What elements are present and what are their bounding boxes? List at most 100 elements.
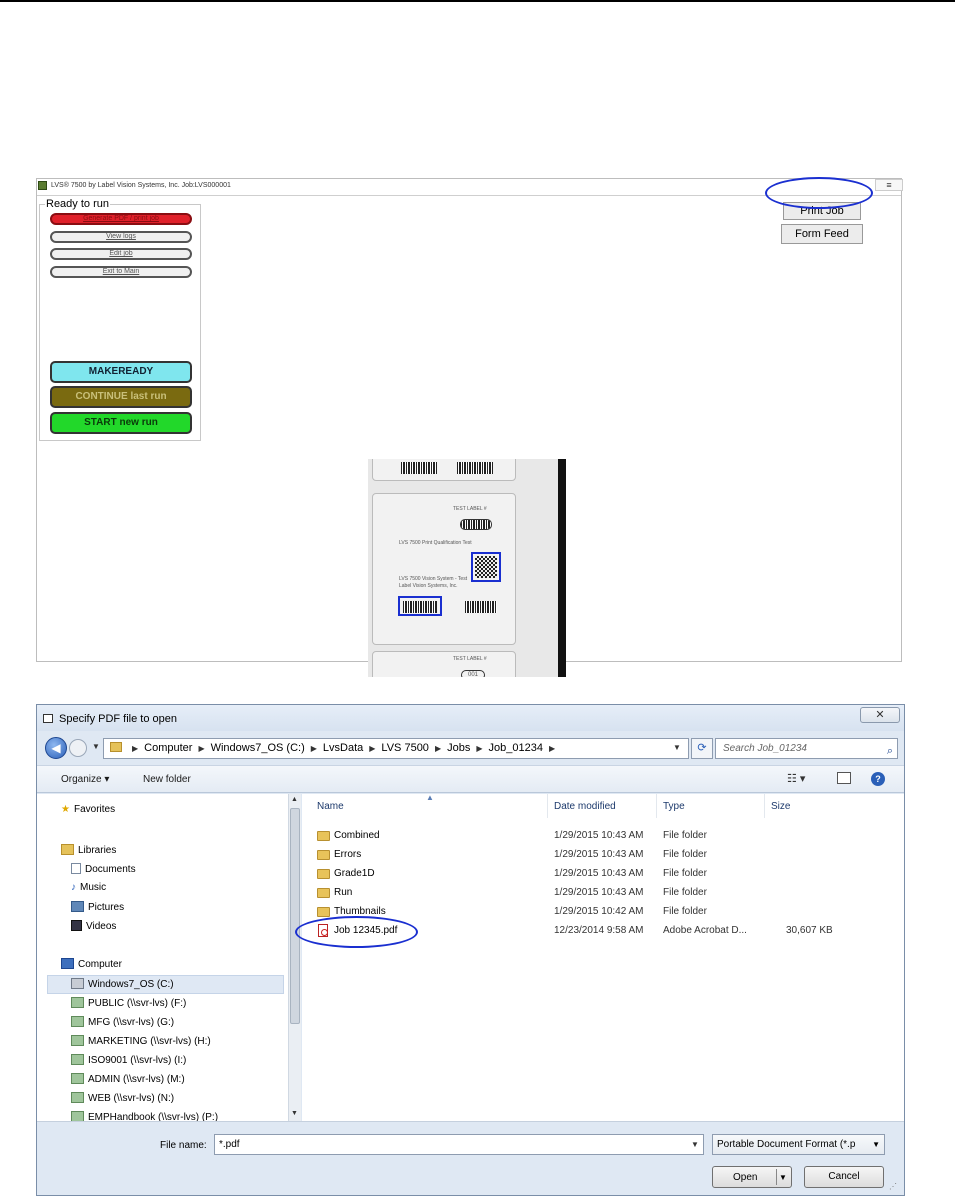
nav-drive-p[interactable]: EMPHandbook (\\svr-lvs) (P:) [71,1111,218,1121]
dialog-titlebar: Specify PDF file to open ✕ [37,705,904,731]
file-type: File folder [663,906,707,917]
folder-icon [317,888,330,898]
view-logs-button[interactable]: View logs [50,231,192,243]
recent-pages-dropdown-icon[interactable]: ▼ [92,742,100,751]
folder-icon [317,907,330,917]
column-size[interactable]: Size [771,801,790,812]
generate-print-job-button[interactable]: Generate PDF / print job [50,213,192,225]
open-options-dropdown-icon[interactable]: ▼ [779,1173,787,1182]
nav-libraries[interactable]: Libraries [61,844,116,856]
nav-computer[interactable]: Computer [61,958,122,970]
label-number: 001 [461,670,486,677]
file-row[interactable]: Errors 1/29/2015 10:43 AM File folder [302,846,904,865]
network-drive-icon [71,1035,84,1046]
nav-drive-c[interactable]: Windows7_OS (C:) [71,978,174,990]
barcode [401,462,437,474]
chevron-right-icon: ▶ [369,744,376,753]
scroll-up-icon[interactable]: ▲ [291,796,298,803]
nav-videos[interactable]: Videos [71,920,116,932]
nav-drive-f[interactable]: PUBLIC (\\svr-lvs) (F:) [71,997,186,1009]
preview-pane-icon[interactable] [837,772,851,784]
nav-documents[interactable]: Documents [71,863,136,875]
nav-drive-label: MFG (\\svr-lvs) (G:) [88,1017,175,1028]
form-feed-button[interactable]: Form Feed [781,224,863,244]
nav-drive-label: PUBLIC (\\svr-lvs) (F:) [88,998,187,1009]
file-type: File folder [663,830,707,841]
file-size: 30,607 KB [786,925,833,936]
label-card-bottom: TEST LABEL # 001 [372,651,516,677]
nav-scrollbar[interactable]: ▲ ▼ [288,794,301,1121]
exit-to-main-button[interactable]: Exit to Main [50,266,192,278]
column-name[interactable]: Name [317,801,344,812]
file-name-dropdown-icon[interactable]: ▼ [691,1140,699,1149]
nav-documents-label: Documents [85,864,136,875]
inspection-box [398,596,442,616]
nav-drive-n[interactable]: WEB (\\svr-lvs) (N:) [71,1092,174,1104]
nav-pictures[interactable]: Pictures [71,901,124,913]
app-menu-button[interactable]: ≡ [875,179,903,191]
nav-drive-h[interactable]: MARKETING (\\svr-lvs) (H:) [71,1035,211,1047]
label-number-barcode [460,519,492,530]
file-date: 1/29/2015 10:43 AM [554,868,644,879]
file-type-value: Portable Document Format (*.p [717,1139,856,1150]
app-content: Ready to run Generate PDF / print job Vi… [37,195,901,677]
breadcrumb-jobs[interactable]: Jobs [447,739,470,758]
file-date: 12/23/2014 9:58 AM [554,925,644,936]
open-button[interactable]: Open ▼ [712,1166,792,1188]
file-row[interactable]: Combined 1/29/2015 10:43 AM File folder [302,827,904,846]
change-view-icon[interactable]: ☷ ▾ [787,772,805,785]
file-name: Combined [334,830,380,841]
help-icon[interactable]: ? [871,772,885,786]
navigation-pane: ★ Favorites Libraries Documents ♪ Music Pi… [37,794,288,1121]
column-divider[interactable] [547,794,548,818]
file-type-select[interactable]: Portable Document Format (*.p ▼ [712,1134,885,1155]
cancel-button[interactable]: Cancel [804,1166,884,1188]
column-type[interactable]: Type [663,801,685,812]
column-divider[interactable] [764,794,765,818]
label-side-subtext: Label Vision Systems, Inc. [399,583,458,589]
scroll-down-icon[interactable]: ▼ [291,1110,298,1117]
nav-drive-label: EMPHandbook (\\svr-lvs) (P:) [88,1112,219,1121]
address-bar[interactable]: ▶ Computer ▶ Windows7_OS (C:) ▶ LvsData ▶ LVS 7… [103,738,689,759]
barcode [457,462,493,474]
new-folder-button[interactable]: New folder [143,774,191,785]
nav-music[interactable]: ♪ Music [71,882,106,893]
column-date-modified[interactable]: Date modified [554,801,616,812]
nav-computer-label: Computer [78,959,122,970]
file-row[interactable]: Run 1/29/2015 10:43 AM File folder [302,884,904,903]
back-arrow-icon[interactable]: ◀ [45,737,67,759]
refresh-icon[interactable]: ⟳ [691,738,713,759]
label-card-top [372,459,516,481]
folder-icon [317,831,330,841]
edit-job-button[interactable]: Edit job [50,248,192,260]
makeready-button[interactable]: MAKEREADY [50,361,192,383]
search-input[interactable]: Search Job_01234 ⌕ [715,738,898,759]
breadcrumb-lvsdata[interactable]: LvsData [323,739,363,758]
address-dropdown-icon[interactable]: ▼ [673,743,681,752]
file-row[interactable]: Grade1D 1/29/2015 10:43 AM File folder [302,865,904,884]
nav-drive-m[interactable]: ADMIN (\\svr-lvs) (M:) [71,1073,185,1085]
column-divider[interactable] [656,794,657,818]
file-date: 1/29/2015 10:42 AM [554,906,644,917]
breadcrumb-job[interactable]: Job_01234 [489,739,543,758]
breadcrumb-computer[interactable]: Computer [144,739,192,758]
forward-arrow-icon[interactable] [69,739,87,757]
breadcrumb-drive[interactable]: Windows7_OS (C:) [211,739,305,758]
nav-drive-i[interactable]: ISO9001 (\\svr-lvs) (I:) [71,1054,186,1066]
nav-favorites[interactable]: ★ Favorites [61,804,115,815]
resize-grip-icon[interactable]: ⋰ [889,1182,897,1191]
organize-menu[interactable]: Organize ▾ [61,774,109,785]
breadcrumb-lvs7500[interactable]: LVS 7500 [381,739,429,758]
network-drive-icon [71,1054,84,1065]
file-date: 1/29/2015 10:43 AM [554,830,644,841]
page-top-rule [0,0,955,2]
nav-videos-label: Videos [86,921,117,932]
start-new-run-button[interactable]: START new run [50,412,192,434]
close-button[interactable]: ✕ [860,707,900,723]
nav-favorites-label: Favorites [73,804,116,815]
scrollbar-thumb[interactable] [290,808,300,1024]
file-name-input[interactable]: *.pdf [214,1134,704,1155]
continue-last-run-button[interactable]: CONTINUE last run [50,386,192,408]
search-icon[interactable]: ⌕ [887,742,893,761]
nav-drive-g[interactable]: MFG (\\svr-lvs) (G:) [71,1016,174,1028]
